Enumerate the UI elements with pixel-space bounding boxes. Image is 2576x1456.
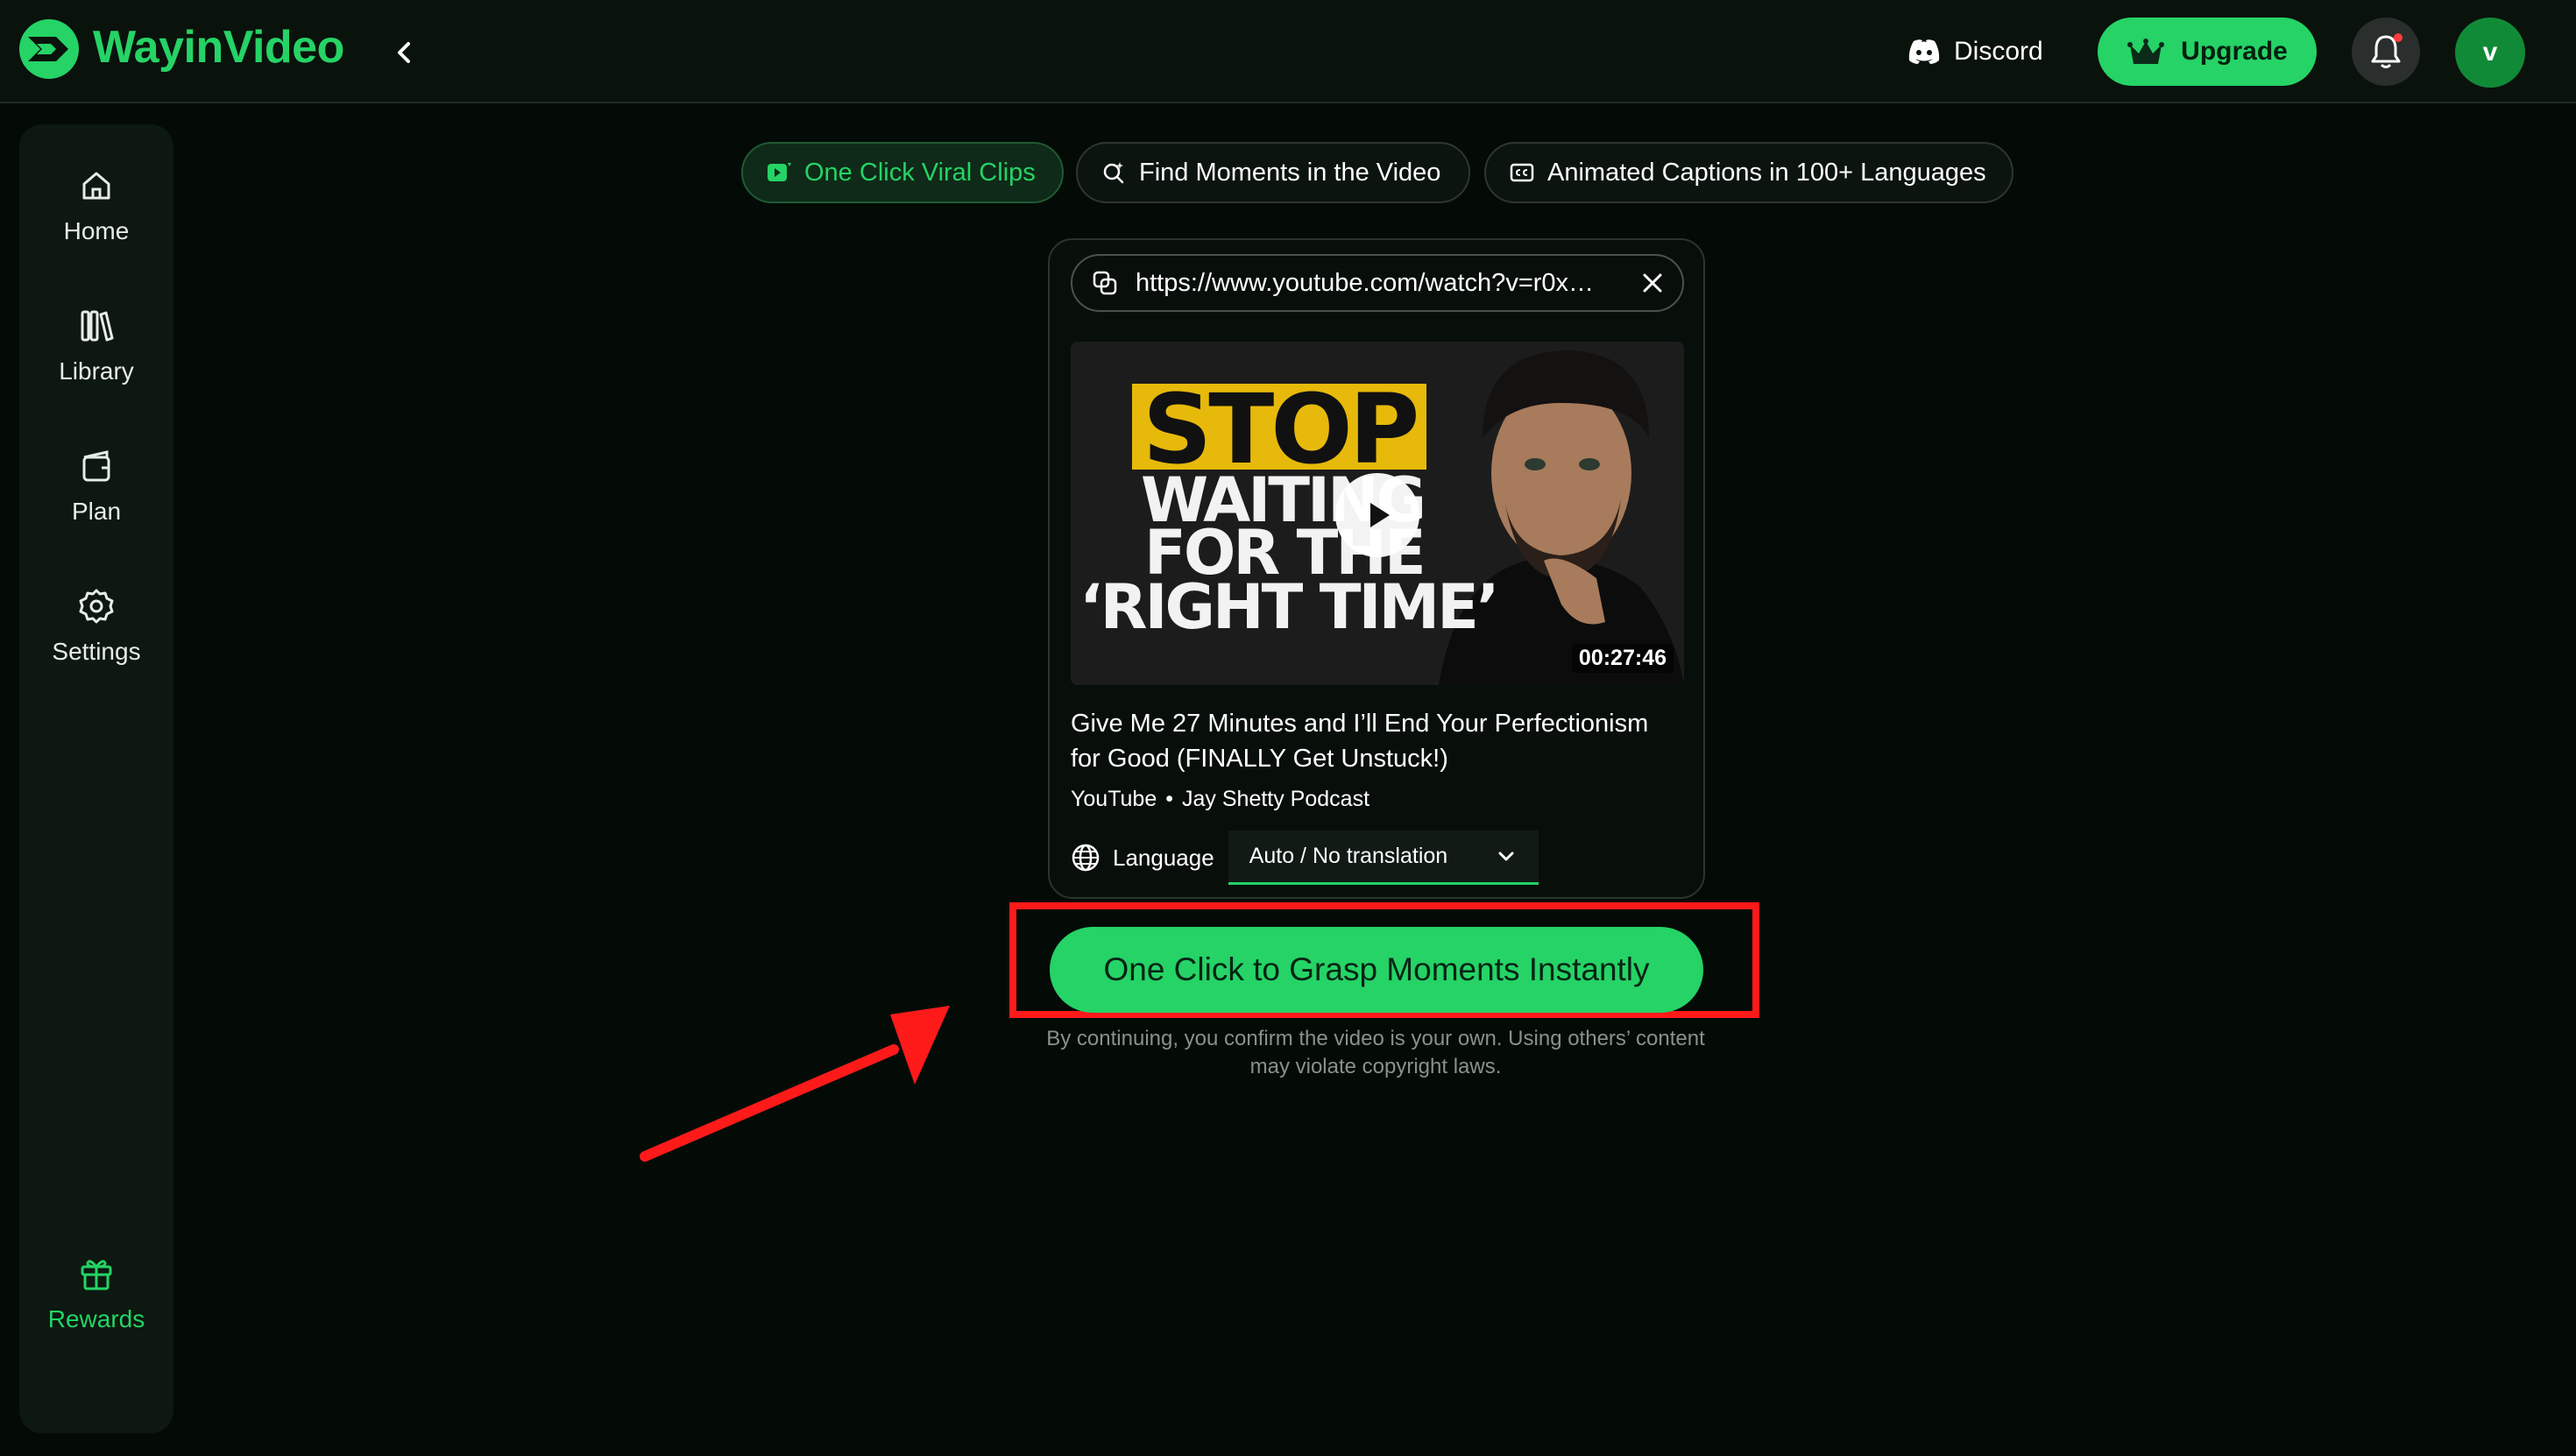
tab-label: One Click Viral Clips bbox=[804, 158, 1036, 187]
discord-link[interactable]: Discord bbox=[1907, 30, 2043, 74]
video-title: Give Me 27 Minutes and I’ll End Your Per… bbox=[1071, 710, 1649, 773]
video-channel: Jay Shetty Podcast bbox=[1182, 787, 1370, 811]
video-source: YouTube bbox=[1071, 787, 1157, 811]
meta-separator: • bbox=[1165, 787, 1174, 811]
discord-label: Discord bbox=[1954, 37, 2043, 66]
language-value: Auto / No translation bbox=[1249, 844, 1448, 868]
viral-clips-icon bbox=[768, 163, 791, 181]
clear-url-icon[interactable] bbox=[1640, 271, 1665, 295]
library-icon bbox=[81, 310, 114, 342]
sidebar-item-plan[interactable]: Plan bbox=[19, 447, 173, 561]
crown-icon bbox=[2127, 39, 2165, 64]
language-select[interactable]: Auto / No translation bbox=[1228, 830, 1539, 885]
play-button[interactable] bbox=[1335, 473, 1419, 557]
sidebar-item-settings[interactable]: Settings bbox=[19, 587, 173, 701]
sidebar-item-label: Home bbox=[63, 217, 130, 244]
video-url-field[interactable]: https://www.youtube.com/watch?v=r0x… bbox=[1071, 254, 1684, 312]
upgrade-label: Upgrade bbox=[2181, 37, 2288, 66]
sidebar-item-label: Settings bbox=[52, 638, 141, 665]
sidebar-item-label: Plan bbox=[71, 498, 122, 525]
find-moments-icon bbox=[1103, 162, 1124, 184]
chevron-down-icon bbox=[1498, 852, 1514, 860]
video-thumbnail[interactable]: STOP WAITING FOR THE ‘RIGHT TIME’ 00:27:… bbox=[1071, 342, 1684, 685]
notification-dot bbox=[2394, 33, 2403, 42]
video-url[interactable]: https://www.youtube.com/watch?v=r0x… bbox=[1136, 269, 1623, 298]
sidebar-item-home[interactable]: Home bbox=[19, 166, 173, 280]
sidebar-item-library[interactable]: Library bbox=[19, 307, 173, 421]
copyright-disclaimer: By continuing, you confirm the video is … bbox=[1046, 1027, 1705, 1078]
grasp-moments-button[interactable]: One Click to Grasp Moments Instantly bbox=[1050, 927, 1703, 1013]
tab-label: Find Moments in the Video bbox=[1139, 158, 1441, 187]
link-icon bbox=[1093, 271, 1117, 295]
tab-one-click-viral-clips[interactable]: One Click Viral Clips bbox=[741, 142, 1064, 203]
brand-name[interactable]: WayinVideo bbox=[93, 21, 344, 74]
language-label: Language bbox=[1113, 844, 1214, 871]
notifications-button[interactable] bbox=[2352, 18, 2420, 86]
play-icon bbox=[1370, 503, 1390, 527]
video-card: https://www.youtube.com/watch?v=r0x… STO… bbox=[1048, 238, 1705, 899]
video-duration: 00:27:46 bbox=[1571, 644, 1674, 673]
gift-icon bbox=[81, 1260, 112, 1290]
globe-icon bbox=[1072, 844, 1100, 872]
collapse-sidebar-icon[interactable] bbox=[386, 33, 424, 72]
annotation-arrow-icon bbox=[640, 1006, 950, 1162]
discord-icon bbox=[1908, 39, 1940, 64]
top-header: WayinVideo Discord Upgrade v bbox=[0, 0, 2576, 103]
sidebar: Home Library Plan Settings Rewards bbox=[19, 124, 173, 1433]
user-avatar[interactable]: v bbox=[2455, 18, 2525, 88]
home-icon bbox=[82, 172, 110, 200]
sidebar-item-label: Library bbox=[59, 357, 134, 385]
upgrade-button[interactable]: Upgrade bbox=[2098, 18, 2317, 86]
sidebar-item-rewards[interactable]: Rewards bbox=[19, 1255, 173, 1368]
thumbnail-line-4: ‘RIGHT TIME’ bbox=[1079, 571, 1500, 643]
wayinvideo-logo-icon[interactable] bbox=[18, 18, 81, 81]
captions-icon bbox=[1510, 163, 1534, 182]
tab-find-moments[interactable]: Find Moments in the Video bbox=[1076, 142, 1470, 203]
tab-animated-captions[interactable]: Animated Captions in 100+ Languages bbox=[1484, 142, 2013, 203]
plan-icon bbox=[82, 450, 110, 482]
rewards-label: Rewards bbox=[47, 1305, 145, 1332]
gear-icon bbox=[79, 589, 114, 624]
tab-label: Animated Captions in 100+ Languages bbox=[1547, 158, 1986, 187]
video-meta: YouTube • Jay Shetty Podcast bbox=[1071, 787, 1369, 812]
language-row: Language Auto / No translation bbox=[1071, 829, 1539, 887]
